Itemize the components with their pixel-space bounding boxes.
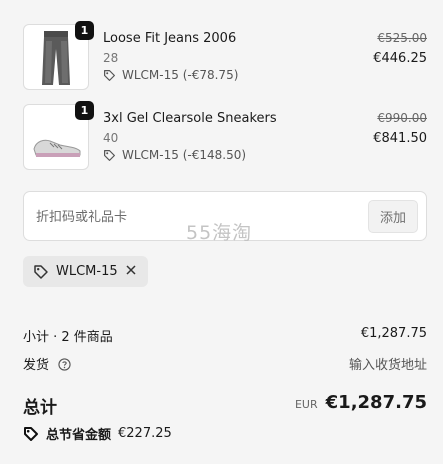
watermark: 55海淘 <box>186 222 253 244</box>
apply-code-button[interactable]: 添加 <box>368 200 418 233</box>
item-variant: 28 <box>103 51 119 65</box>
subtotal-label: 小计 · 2 件商品 <box>23 330 113 345</box>
cart-item: 1 3xl Gel Clearsole Sneakers 40 WLCM-15 … <box>23 101 427 170</box>
item-original-price: €525.00 <box>377 31 427 45</box>
savings-label: 总节省金额 <box>46 428 112 443</box>
item-price: €841.50 <box>373 131 427 146</box>
total-currency: EUR <box>294 398 318 411</box>
total-label: 总计 <box>23 398 57 418</box>
shipping-row: 发货 输入收货地址 <box>23 354 427 373</box>
quantity-badge: 1 <box>75 21 94 40</box>
item-price: €446.25 <box>373 51 427 66</box>
subtotal-value: €1,287.75 <box>360 326 427 341</box>
total-savings: 总节省金额 €227.25 <box>23 424 172 443</box>
total-value-group: EUR €1,287.75 <box>295 392 427 413</box>
item-original-price: €990.00 <box>377 111 427 125</box>
item-discount: WLCM-15 (-€78.75) <box>103 68 238 82</box>
cart-item: 1 Loose Fit Jeans 2006 28 WLCM-15 (-€78.… <box>23 21 427 90</box>
savings-value: €227.25 <box>118 426 172 441</box>
shipping-value: 输入收货地址 <box>348 358 427 373</box>
applied-code-chip: WLCM-15 <box>23 256 148 287</box>
item-discount-text: WLCM-15 (-€148.50) <box>122 148 247 162</box>
close-icon[interactable] <box>124 263 138 277</box>
item-discount: WLCM-15 (-€148.50) <box>103 148 246 162</box>
subtotal-row: 小计 · 2 件商品 €1,287.75 <box>23 326 427 345</box>
product-thumbnail: 1 <box>23 101 94 170</box>
item-variant: 40 <box>103 131 119 145</box>
product-thumbnail: 1 <box>23 21 94 90</box>
tag-icon <box>24 426 38 441</box>
tag-icon <box>34 264 48 279</box>
tag-icon <box>104 149 115 161</box>
tag-icon <box>104 69 115 81</box>
quantity-badge: 1 <box>75 101 94 120</box>
help-icon[interactable] <box>58 358 71 371</box>
item-name: Loose Fit Jeans 2006 <box>103 31 237 46</box>
total-value: €1,287.75 <box>325 392 427 413</box>
item-discount-text: WLCM-15 (-€78.75) <box>122 68 239 82</box>
shipping-label: 发货 <box>23 358 50 373</box>
item-name: 3xl Gel Clearsole Sneakers <box>103 111 277 126</box>
applied-code-label: WLCM-15 <box>56 264 118 279</box>
